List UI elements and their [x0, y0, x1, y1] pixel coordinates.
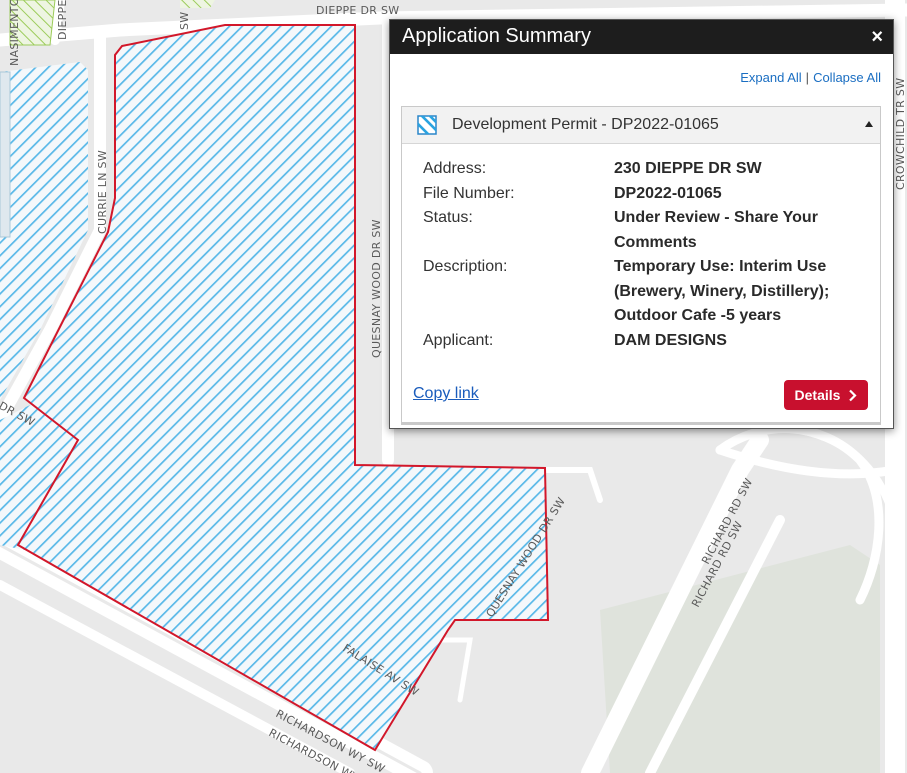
street-label-crowchild: CROWCHILD TR SW [894, 78, 907, 190]
copy-link[interactable]: Copy link [413, 385, 479, 403]
info-label: Description: [423, 258, 508, 275]
street-label-quesnay-vertical: QUESNAY WOOD DR SW [370, 219, 383, 358]
info-value: 230 DIEPPE DR SW [614, 160, 762, 177]
info-label: Status: [423, 209, 473, 226]
street-label-dieppe: DIEPPE DR SW [316, 4, 399, 17]
info-value: DP2022-01065 [614, 184, 722, 202]
info-row: Description: Temporary Use: Interim Use (… [423, 255, 863, 329]
street-label-dieppe-vertical: DIEPPE [56, 0, 69, 40]
info-row: Status: Under Review - Share Your Comment… [423, 206, 863, 255]
permit-card: Development Permit - DP2022-01065 Addres… [401, 106, 881, 425]
street-label-nasimento: NASIMENTO [8, 0, 21, 66]
street-label-currie: CURRIE LN SW [96, 150, 109, 234]
details-button-label: Details [794, 387, 841, 403]
popup-title: Application Summary [402, 25, 591, 47]
caret-up-icon[interactable] [865, 121, 873, 127]
info-row: File Number: DP2022-01065 [423, 182, 863, 207]
close-icon[interactable]: × [871, 26, 883, 49]
street-label-sw-top: SW [178, 12, 191, 30]
adjacent-parcel-green-2[interactable] [180, 0, 215, 8]
expand-all-link[interactable]: Expand All [740, 70, 801, 85]
info-row: Address: 230 DIEPPE DR SW [423, 157, 863, 182]
info-value: Temporary Use: Interim Use (Brewery, Win… [614, 258, 830, 324]
permit-card-title: Development Permit - DP2022-01065 [452, 116, 719, 133]
info-label: File Number: [423, 184, 515, 202]
permit-hatch-icon [417, 115, 437, 135]
info-label: Applicant: [423, 331, 494, 349]
info-row: Applicant: DAM DESIGNS [423, 329, 863, 354]
info-value: Under Review - Share Your Comments [614, 209, 818, 251]
popup-header: Application Summary × [390, 20, 893, 54]
permit-card-header[interactable]: Development Permit - DP2022-01065 [402, 107, 880, 144]
info-value: DAM DESIGNS [614, 331, 727, 349]
info-label: Address: [423, 160, 487, 177]
expand-collapse-links: Expand All | Collapse All [740, 70, 881, 85]
details-button[interactable]: Details [784, 380, 868, 410]
collapse-all-link[interactable]: Collapse All [813, 70, 881, 85]
links-separator: | [805, 70, 810, 85]
application-summary-popup: Application Summary × Expand All | Collaps… [389, 19, 894, 429]
permit-details: Address: 230 DIEPPE DR SW File Number: DP20… [423, 157, 863, 353]
building-footprint [0, 71, 11, 238]
chevron-right-icon [849, 389, 858, 401]
